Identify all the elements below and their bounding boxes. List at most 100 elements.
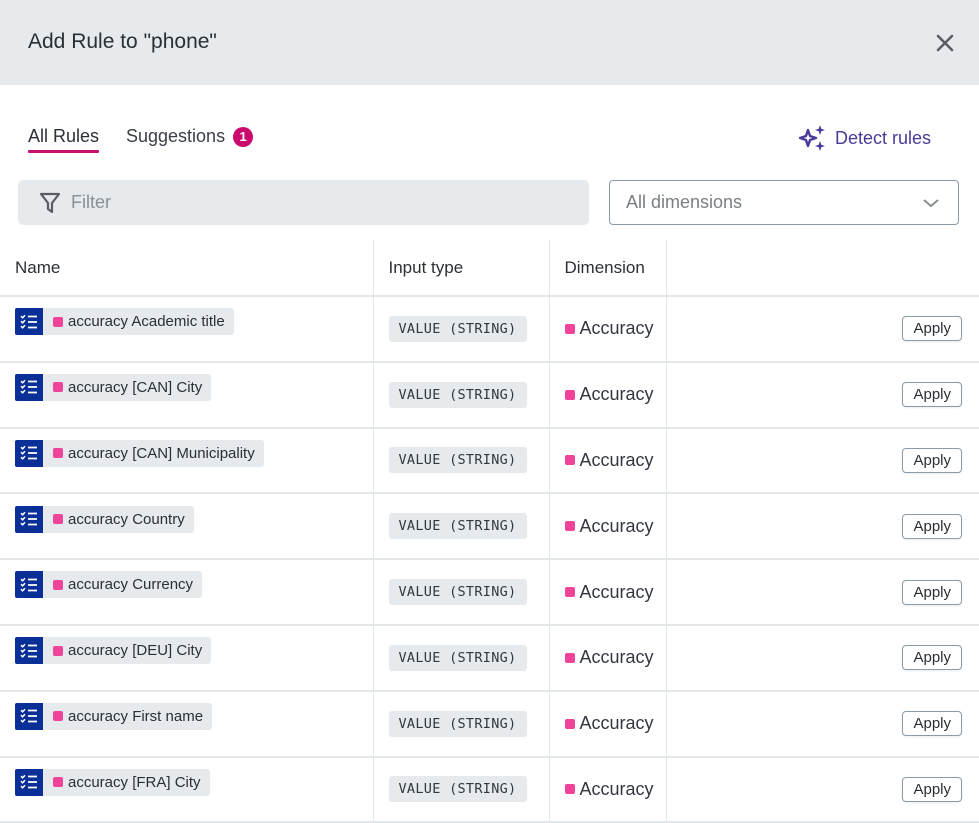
- dimension-color-dot: [564, 784, 575, 795]
- name-cell: accuracy Currency: [0, 559, 374, 626]
- action-cell: Apply: [666, 624, 979, 692]
- name-cell: accuracy [DEU] City: [0, 624, 374, 692]
- dimension-cell: Accuracy: [549, 493, 667, 561]
- detect-rules-label: Detect rules: [835, 127, 932, 148]
- apply-button[interactable]: Apply: [902, 579, 962, 605]
- tab-all-rules[interactable]: All Rules: [28, 126, 100, 153]
- column-header-input-type[interactable]: Input type: [373, 240, 550, 297]
- action-cell: Apply: [666, 296, 979, 363]
- checklist-icon: [15, 571, 43, 599]
- name-cell: accuracy [FRA] City: [0, 756, 374, 823]
- rule-chip[interactable]: accuracy [DEU] City: [15, 637, 212, 665]
- name-cell: accuracy Country: [0, 493, 374, 561]
- checklist-icon: [15, 505, 43, 533]
- apply-button[interactable]: Apply: [902, 711, 962, 737]
- dimension-label: Accuracy: [564, 449, 654, 471]
- detect-rules-button[interactable]: Detect rules: [799, 124, 931, 152]
- rule-label: accuracy First name: [43, 702, 213, 730]
- apply-button[interactable]: Apply: [902, 447, 962, 473]
- dimension-label: Accuracy: [564, 318, 654, 339]
- rule-chip[interactable]: accuracy [CAN] Municipality: [15, 439, 264, 467]
- dimension-cell: Accuracy: [549, 559, 667, 626]
- dimension-select[interactable]: All dimensions: [609, 180, 959, 225]
- table-row: accuracy Academic title VALUE (STRING) A…: [0, 296, 979, 363]
- name-cell: accuracy [CAN] Municipality: [0, 427, 374, 495]
- dimension-label: Accuracy: [564, 581, 654, 603]
- dimension-name: Accuracy: [579, 581, 654, 602]
- table-row: accuracy [FRA] City VALUE (STRING) Accur…: [0, 756, 979, 823]
- rule-chip[interactable]: accuracy First name: [15, 702, 213, 730]
- column-header-dimension[interactable]: Dimension: [549, 240, 667, 297]
- dimension-color-dot: [564, 455, 575, 466]
- rule-label: accuracy [CAN] Municipality: [43, 439, 264, 467]
- action-cell: Apply: [666, 427, 979, 495]
- filter-input[interactable]: [71, 192, 551, 213]
- dialog-header: Add Rule to "phone": [0, 0, 979, 85]
- rule-chip[interactable]: accuracy Country: [15, 505, 194, 533]
- table-row: accuracy Country VALUE (STRING) Accuracy…: [0, 493, 979, 561]
- checklist-icon: [15, 308, 43, 336]
- tab-suggestions[interactable]: Suggestions 1: [126, 126, 254, 147]
- input-type-chip: VALUE (STRING): [388, 513, 527, 540]
- dimension-color-dot: [564, 323, 575, 334]
- dimension-name: Accuracy: [579, 384, 654, 405]
- dimension-cell: Accuracy: [549, 690, 667, 758]
- close-button[interactable]: [934, 32, 956, 54]
- dimension-cell: Accuracy: [549, 296, 667, 363]
- action-cell: Apply: [666, 493, 979, 561]
- table-header-row: Name Input type Dimension: [0, 240, 979, 297]
- filter-field[interactable]: [18, 180, 589, 225]
- table-row: accuracy [DEU] City VALUE (STRING) Accur…: [0, 624, 979, 692]
- rule-label: accuracy Academic title: [43, 308, 234, 336]
- rule-chip[interactable]: accuracy Currency: [15, 571, 203, 599]
- tab-label: Suggestions: [126, 126, 226, 146]
- dimension-name: Accuracy: [579, 515, 654, 536]
- apply-button[interactable]: Apply: [902, 645, 962, 671]
- apply-button[interactable]: Apply: [902, 382, 962, 408]
- apply-button[interactable]: Apply: [902, 513, 962, 539]
- dimension-color-dot: [53, 514, 63, 525]
- rule-chip[interactable]: accuracy [CAN] City: [15, 373, 212, 401]
- rule-chip[interactable]: accuracy Academic title: [15, 308, 234, 336]
- dimension-name: Accuracy: [579, 318, 654, 339]
- column-header-name[interactable]: Name: [0, 240, 374, 297]
- checklist-icon: [15, 373, 43, 401]
- input-type-chip: VALUE (STRING): [388, 381, 527, 408]
- rule-label: accuracy [CAN] City: [43, 373, 212, 401]
- rule-label: accuracy [FRA] City: [43, 768, 210, 796]
- dimension-cell: Accuracy: [549, 361, 667, 429]
- table-row: accuracy First name VALUE (STRING) Accur…: [0, 690, 979, 758]
- checklist-icon: [15, 702, 43, 730]
- apply-button[interactable]: Apply: [902, 316, 962, 342]
- dimension-color-dot: [53, 382, 63, 393]
- checklist-icon: [15, 637, 43, 665]
- dimension-cell: Accuracy: [549, 756, 667, 823]
- input-type-chip: VALUE (STRING): [388, 315, 527, 342]
- rule-name: accuracy Country: [68, 510, 185, 528]
- chevron-down-icon: [923, 198, 939, 207]
- name-cell: accuracy [CAN] City: [0, 361, 374, 429]
- dimension-color-dot: [564, 718, 575, 729]
- rule-chip[interactable]: accuracy [FRA] City: [15, 768, 210, 796]
- input-type-chip: VALUE (STRING): [388, 447, 527, 474]
- dimension-color-dot: [53, 711, 63, 722]
- input-type-cell: VALUE (STRING): [373, 296, 550, 363]
- rule-name: accuracy Currency: [68, 576, 194, 594]
- rule-name: accuracy Academic title: [68, 313, 225, 331]
- dimension-color-dot: [53, 316, 63, 327]
- dimension-label: Accuracy: [564, 515, 654, 537]
- input-type-cell: VALUE (STRING): [373, 559, 550, 626]
- rule-label: accuracy Country: [43, 505, 194, 533]
- dimension-label: Accuracy: [564, 647, 654, 668]
- apply-button[interactable]: Apply: [902, 776, 962, 802]
- dimension-color-dot: [53, 448, 63, 459]
- rule-name: accuracy [DEU] City: [68, 642, 203, 660]
- rule-name: accuracy First name: [68, 707, 204, 725]
- rule-name: accuracy [CAN] Municipality: [68, 444, 255, 462]
- dimension-name: Accuracy: [579, 449, 654, 470]
- action-cell: Apply: [666, 361, 979, 429]
- action-cell: Apply: [666, 559, 979, 626]
- rules-table: Name Input type Dimension accuracy Acade…: [0, 240, 979, 823]
- input-type-cell: VALUE (STRING): [373, 690, 550, 758]
- column-header-actions: [666, 240, 979, 297]
